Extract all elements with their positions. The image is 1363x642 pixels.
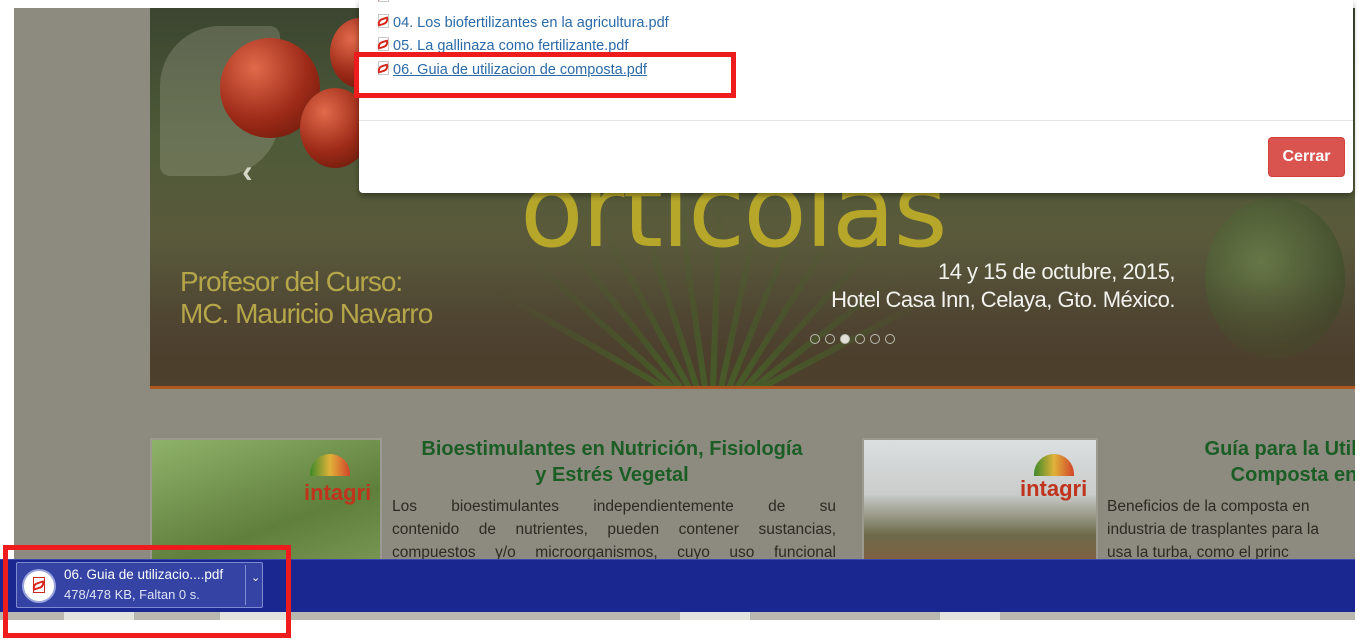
- intagri-logo-icon: [310, 454, 350, 476]
- slider-prev-icon[interactable]: ‹: [242, 153, 253, 190]
- article-image[interactable]: intagri: [862, 438, 1098, 578]
- excerpt-line: Los bioestimulantes independientemente d…: [392, 498, 836, 515]
- banner-divider: [150, 386, 1355, 389]
- close-button[interactable]: Cerrar: [1268, 137, 1345, 177]
- slider-dot[interactable]: [855, 334, 865, 344]
- taskbar-item[interactable]: [940, 612, 1000, 620]
- intagri-logo: intagri: [1020, 476, 1088, 501]
- article-title[interactable]: Guía para la Utiliza Composta en: [1114, 436, 1355, 488]
- file-link[interactable]: 04. Los biofertilizantes en la agricultu…: [377, 13, 669, 33]
- file-link[interactable]: [377, 0, 393, 7]
- article-title-line: Bioestimulantes en Nutrición, Fisiología: [421, 438, 803, 460]
- event-place: Hotel Casa Inn, Celaya, Gto. México.: [831, 287, 1175, 312]
- event-date: 14 y 15 de octubre, 2015,: [937, 259, 1176, 284]
- article-title-line: Composta en: [1230, 464, 1355, 486]
- page-left-margin: [14, 8, 150, 428]
- slider-dot[interactable]: [870, 334, 880, 344]
- highlight-box: [3, 545, 291, 638]
- highlight-box: [354, 52, 736, 98]
- intagri-logo: intagri: [304, 480, 372, 505]
- slider-dots: [810, 334, 895, 344]
- professor-name: MC. Mauricio Navarro: [180, 298, 433, 329]
- professor-label: Profesor del Curso:: [180, 266, 403, 297]
- banner-professor: Profesor del Curso: MC. Mauricio Navarro: [180, 266, 433, 330]
- pdf-file-icon: [377, 37, 391, 52]
- article-title-line: y Estrés Vegetal: [535, 464, 689, 486]
- intagri-logo-icon: [1034, 454, 1074, 476]
- banner-event-info: 14 y 15 de octubre, 2015, Hotel Casa Inn…: [831, 258, 1175, 314]
- excerpt-line: industria de trasplantes para la: [1107, 521, 1319, 538]
- pdf-file-icon: [377, 14, 391, 29]
- modal-footer-divider: [359, 120, 1353, 121]
- article-title-line: Guía para la Utiliza: [1204, 438, 1355, 460]
- article-excerpt: Los bioestimulantes independientemente d…: [392, 495, 836, 564]
- excerpt-line: Beneficios de la composta en: [1107, 498, 1310, 515]
- taskbar-item[interactable]: [680, 612, 750, 620]
- excerpt-line: contenido de nutrientes, pueden contener…: [392, 521, 836, 538]
- slider-dot[interactable]: [840, 334, 850, 344]
- slider-dot[interactable]: [825, 334, 835, 344]
- article-excerpt: Beneficios de la composta en industria d…: [1107, 495, 1355, 564]
- file-link-label: 04. Los biofertilizantes en la agricultu…: [393, 15, 669, 31]
- slider-dot[interactable]: [885, 334, 895, 344]
- pdf-file-icon: [377, 0, 391, 3]
- slider-dot[interactable]: [810, 334, 820, 344]
- article-title[interactable]: Bioestimulantes en Nutrición, Fisiología…: [392, 436, 832, 488]
